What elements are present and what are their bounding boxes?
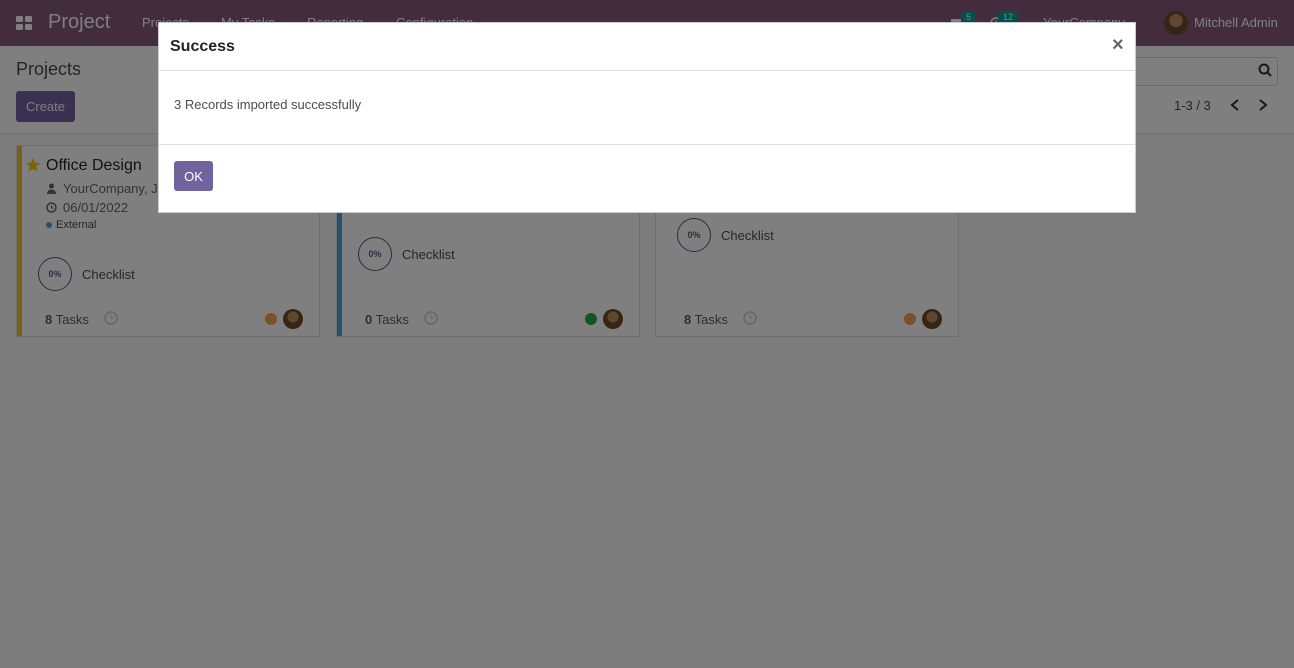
dialog-header: Success × — [159, 23, 1135, 71]
close-icon[interactable]: × — [1112, 34, 1124, 57]
ok-button[interactable]: OK — [174, 161, 213, 191]
dialog-footer: OK — [159, 144, 1135, 213]
dialog-message: 3 Records imported successfully — [174, 97, 362, 112]
dialog-title: Success — [170, 38, 235, 55]
dialog-body: 3 Records imported successfully — [159, 71, 1135, 145]
success-dialog: Success × 3 Records imported successfull… — [158, 22, 1136, 213]
